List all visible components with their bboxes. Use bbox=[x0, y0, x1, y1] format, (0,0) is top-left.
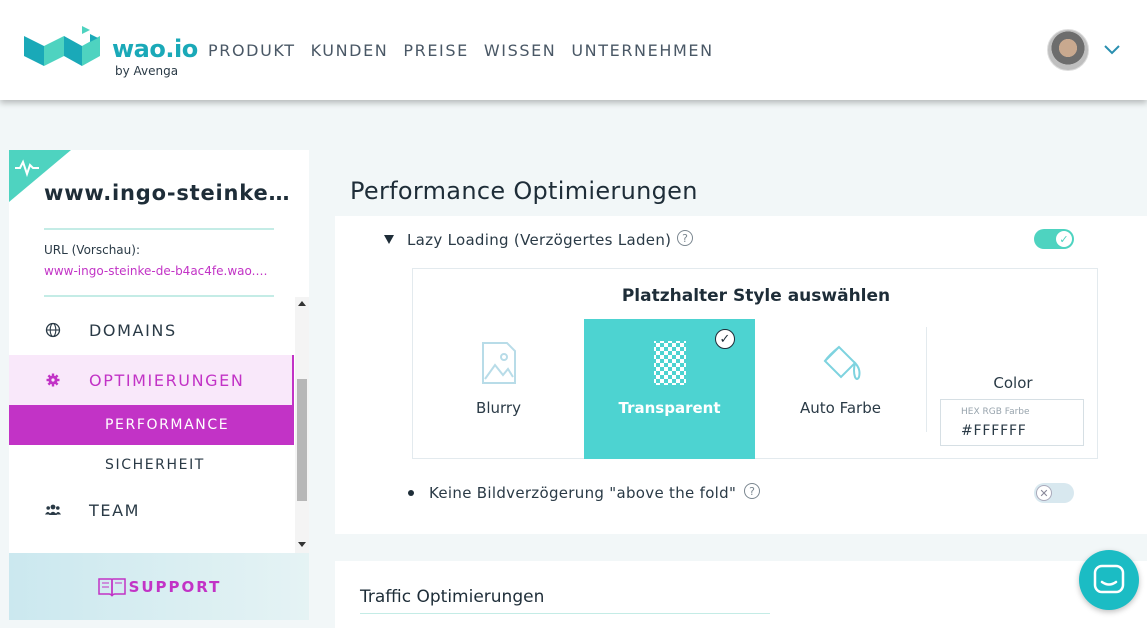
sidebar-item-label: PERFORMANCE bbox=[105, 417, 230, 433]
sidebar-item-domains[interactable]: DOMAINS bbox=[9, 305, 294, 355]
color-label: Color bbox=[993, 374, 1033, 392]
option-blurry[interactable]: Blurry bbox=[413, 319, 584, 459]
divider bbox=[360, 613, 770, 614]
sidebar-item-next[interactable] bbox=[9, 541, 294, 553]
sidebar-item-label: TEAM bbox=[89, 500, 141, 520]
selected-check-icon: ✓ bbox=[715, 329, 735, 349]
nav-produkt[interactable]: PRODUKT bbox=[208, 41, 296, 60]
above-fold-toggle[interactable]: ✕ bbox=[1034, 483, 1074, 503]
option-label: Auto Farbe bbox=[800, 399, 881, 417]
lazy-loading-label: Lazy Loading (Verzögertes Laden) bbox=[407, 231, 672, 249]
picker-title: Platzhalter Style auswählen bbox=[621, 286, 891, 306]
sidebar-subitem-performance[interactable]: PERFORMANCE bbox=[9, 405, 294, 445]
support-button[interactable]: SUPPORT bbox=[9, 553, 309, 620]
main-nav: PRODUKT KUNDEN PREISE WISSEN UNTERNEHMEN bbox=[208, 41, 714, 60]
user-avatar[interactable] bbox=[1047, 29, 1089, 71]
placeholder-style-picker: Platzhalter Style auswählen Blurry ✓ Tra… bbox=[412, 268, 1098, 459]
nav-unternehmen[interactable]: UNTERNEHMEN bbox=[571, 41, 713, 60]
image-icon bbox=[482, 342, 516, 384]
gear-icon bbox=[46, 373, 60, 387]
bullet-icon bbox=[408, 490, 414, 496]
option-label: Transparent bbox=[618, 399, 721, 417]
traffic-title: Traffic Optimierungen bbox=[360, 587, 545, 607]
nav-preise[interactable]: PREISE bbox=[403, 41, 468, 60]
traffic-card: Traffic Optimierungen bbox=[335, 561, 1147, 628]
brand-subtitle: by Avenga bbox=[115, 64, 179, 78]
option-auto-farbe[interactable]: Auto Farbe bbox=[755, 319, 926, 459]
help-icon[interactable]: ? bbox=[744, 483, 760, 499]
top-header: wao.io by Avenga PRODUKT KUNDEN PREISE W… bbox=[0, 0, 1147, 100]
paint-bucket-icon bbox=[823, 345, 861, 380]
sidebar-item-label: OPTIMIERUNGEN bbox=[89, 370, 245, 390]
hex-color-field[interactable]: HEX RGB Farbe #FFFFFF bbox=[940, 399, 1084, 446]
nav-wissen[interactable]: WISSEN bbox=[484, 41, 557, 60]
book-icon bbox=[97, 577, 126, 596]
divider bbox=[44, 295, 274, 297]
above-fold-label: Keine Bildverzögerung "above the fold" bbox=[429, 484, 737, 502]
wao-logo-icon[interactable] bbox=[24, 24, 102, 70]
sidebar-item-label: SICHERHEIT bbox=[105, 457, 205, 473]
brand-name[interactable]: wao.io bbox=[112, 35, 198, 63]
sidebar-menu: DOMAINS OPTIMIERUNGEN PERFORMANCE SICHER… bbox=[9, 305, 294, 553]
sidebar-scrollbar[interactable] bbox=[295, 297, 309, 553]
check-icon: ✓ bbox=[1056, 231, 1072, 247]
collapse-triangle-icon[interactable] bbox=[384, 235, 394, 244]
chat-icon bbox=[1093, 564, 1125, 594]
globe-icon bbox=[45, 322, 61, 338]
sidebar-item-team[interactable]: TEAM bbox=[9, 485, 294, 535]
divider bbox=[44, 228, 274, 230]
url-label: URL (Vorschau): bbox=[44, 243, 140, 257]
performance-card: Lazy Loading (Verzögertes Laden) ? ✓ Pla… bbox=[335, 216, 1147, 534]
chat-button[interactable] bbox=[1079, 550, 1139, 610]
help-icon[interactable]: ? bbox=[677, 230, 693, 246]
sidebar-item-optimierungen[interactable]: OPTIMIERUNGEN bbox=[9, 355, 294, 405]
sidebar-item-label: DOMAINS bbox=[89, 320, 177, 340]
site-title: www.ingo-steinke… bbox=[44, 181, 291, 205]
sidebar: www.ingo-steinke… URL (Vorschau): www-in… bbox=[9, 150, 309, 620]
divider bbox=[926, 327, 927, 432]
option-transparent[interactable]: ✓ Transparent bbox=[584, 319, 755, 459]
scroll-down-arrow-icon[interactable] bbox=[298, 542, 306, 547]
option-label: Blurry bbox=[476, 399, 521, 417]
sidebar-subitem-sicherheit[interactable]: SICHERHEIT bbox=[9, 445, 294, 485]
checkerboard-icon bbox=[654, 341, 686, 385]
chevron-down-icon[interactable] bbox=[1103, 42, 1121, 56]
hex-caption: HEX RGB Farbe bbox=[961, 407, 1030, 417]
page-title: Performance Optimierungen bbox=[350, 177, 698, 205]
hex-value[interactable]: #FFFFFF bbox=[961, 423, 1027, 439]
url-link[interactable]: www-ingo-steinke-de-b4ac4fe.wao.… bbox=[44, 264, 267, 278]
team-icon bbox=[45, 504, 61, 515]
lazy-loading-toggle[interactable]: ✓ bbox=[1034, 229, 1074, 249]
close-icon: ✕ bbox=[1036, 485, 1052, 501]
support-label: SUPPORT bbox=[128, 577, 222, 596]
scroll-thumb[interactable] bbox=[297, 379, 307, 501]
nav-kunden[interactable]: KUNDEN bbox=[311, 41, 389, 60]
scroll-up-arrow-icon[interactable] bbox=[298, 301, 306, 306]
